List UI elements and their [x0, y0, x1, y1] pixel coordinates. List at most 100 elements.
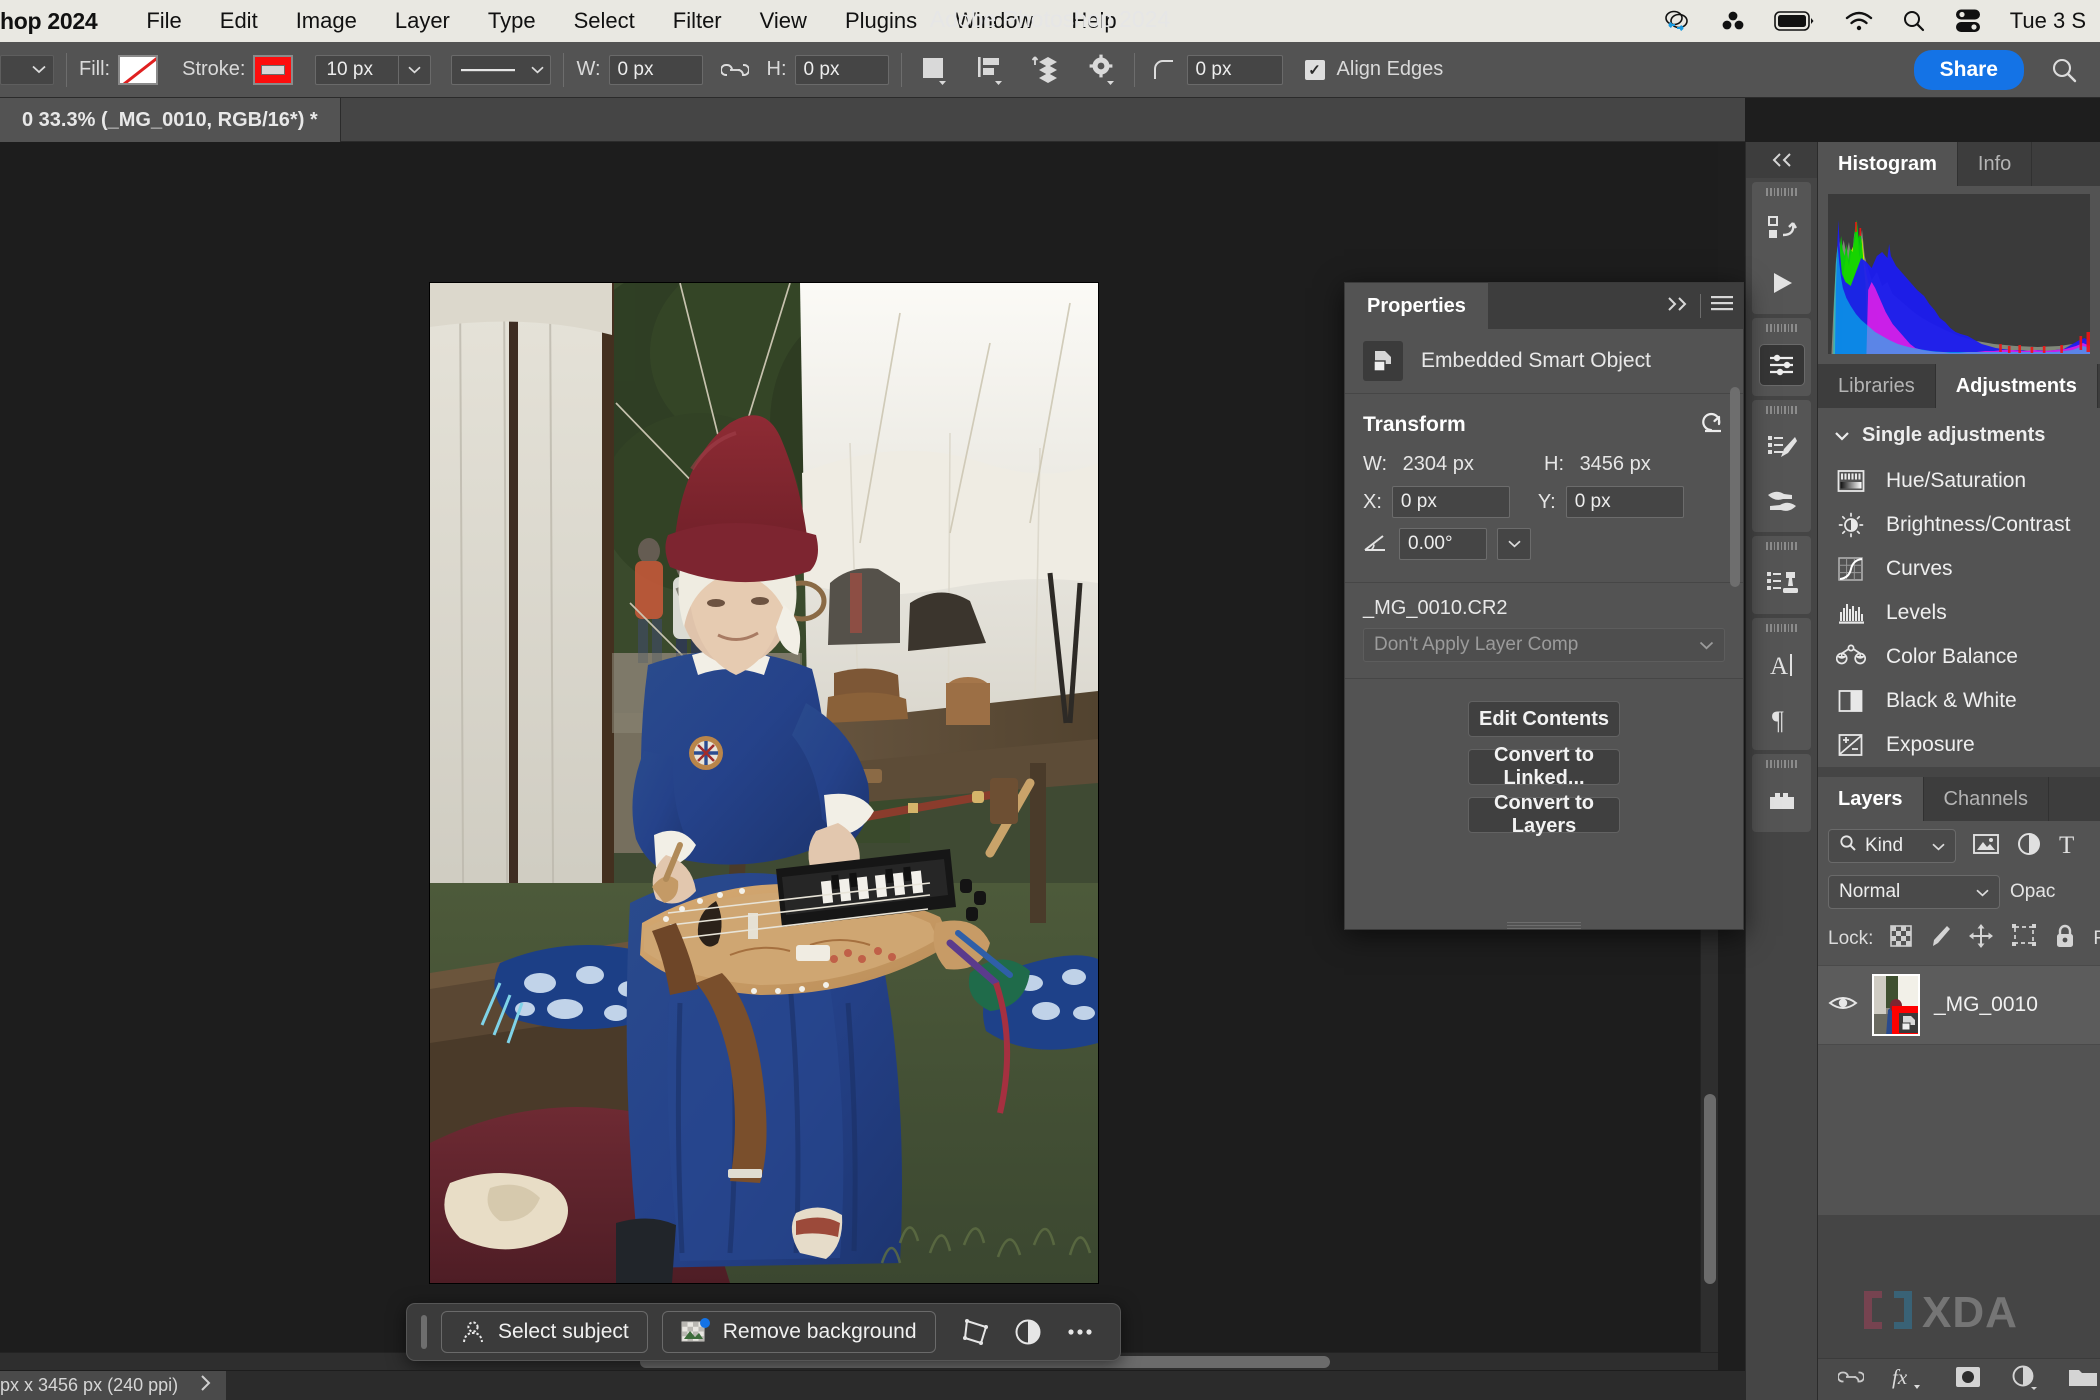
edit-contents-button[interactable]: Edit Contents — [1468, 701, 1620, 737]
convert-to-layers-button[interactable]: Convert to Layers — [1468, 792, 1620, 837]
lock-artboard-icon[interactable] — [2011, 924, 2037, 954]
tab-histogram[interactable]: Histogram — [1818, 142, 1958, 186]
tab-info[interactable]: Info — [1957, 142, 2033, 186]
path-arrangement-icon[interactable] — [1026, 54, 1066, 86]
height-label: H: — [766, 58, 787, 80]
clone-source-icon[interactable] — [1759, 562, 1805, 604]
paragraph-icon[interactable]: ¶ — [1759, 698, 1805, 740]
histogram-panel-tabs: Histogram Info — [1818, 142, 2100, 186]
adjustment-brightness-contrast[interactable]: Brightness/Contrast — [1818, 503, 2100, 547]
tab-adjustments[interactable]: Adjustments — [1935, 364, 2098, 408]
resize-grip[interactable] — [1507, 920, 1581, 929]
lock-position-icon[interactable] — [1968, 923, 1994, 955]
table-row[interactable]: _MG_0010 — [1818, 965, 2100, 1045]
filter-type-icon[interactable]: T — [2058, 831, 2082, 862]
properties-action-buttons: Edit Contents Convert to Linked... Conve… — [1345, 679, 1743, 837]
chevron-down-icon — [1507, 540, 1521, 548]
corner-radius-input[interactable]: 0 px — [1186, 54, 1283, 85]
adjustment-hue-saturation[interactable]: Hue/Saturation — [1818, 459, 2100, 503]
brush-settings-icon[interactable] — [1759, 480, 1805, 522]
layer-filter-kind-dropdown[interactable]: Kind — [1828, 829, 1956, 863]
link-layers-icon[interactable] — [1837, 1369, 1865, 1390]
document-tab[interactable]: 0 33.3% (_MG_0010, RGB/16*) * — [0, 98, 341, 142]
layer-thumbnail[interactable] — [1872, 974, 1920, 1036]
path-alignment-icon[interactable] — [970, 54, 1010, 86]
align-edges-checkbox[interactable]: ✓ — [1304, 59, 1325, 80]
single-adjustments-group-header[interactable]: Single adjustments — [1818, 420, 2100, 459]
drag-handle[interactable] — [1766, 760, 1797, 768]
panel-menu-icon[interactable] — [1701, 295, 1743, 317]
height-input[interactable]: 0 px — [794, 54, 889, 85]
gear-icon[interactable] — [1082, 54, 1122, 86]
adjustments-sliders-icon[interactable] — [1758, 344, 1805, 386]
scrollbar-thumb[interactable] — [1704, 1094, 1716, 1284]
collapse-panels-icon[interactable] — [1746, 142, 1817, 178]
levels-icon — [1836, 598, 1866, 628]
eye-icon[interactable] — [1828, 992, 1858, 1019]
adjustment-exposure[interactable]: Exposure — [1818, 723, 2100, 767]
drag-handle[interactable] — [1766, 324, 1797, 332]
stroke-width-dropdown[interactable]: 10 px — [315, 54, 432, 85]
properties-scrollbar[interactable] — [1730, 387, 1740, 839]
width-input[interactable]: 0 px — [608, 54, 703, 85]
tab-properties[interactable]: Properties — [1345, 283, 1488, 329]
tab-layers[interactable]: Layers — [1818, 777, 1924, 821]
search-icon[interactable] — [2050, 56, 2078, 84]
reset-icon[interactable] — [1699, 410, 1725, 439]
chevron-down-icon — [32, 65, 46, 74]
blend-mode-dropdown[interactable]: Normal — [1828, 875, 2000, 909]
new-group-icon[interactable] — [2068, 1366, 2098, 1393]
convert-to-linked-button[interactable]: Convert to Linked... — [1468, 744, 1620, 789]
new-adjustment-icon[interactable] — [2010, 1364, 2040, 1395]
character-icon[interactable]: A — [1759, 644, 1805, 686]
drag-handle[interactable] — [1766, 406, 1797, 414]
filter-adjustment-icon[interactable] — [2016, 831, 2042, 862]
adjustment-layer-icon[interactable] — [1002, 1311, 1054, 1353]
tab-channels[interactable]: Channels — [1923, 777, 2050, 821]
adjustment-curves[interactable]: Curves — [1818, 547, 2100, 591]
more-options-icon[interactable] — [1054, 1311, 1106, 1353]
tool-preset-dropdown[interactable] — [0, 54, 54, 85]
patterns-icon[interactable] — [1759, 780, 1805, 822]
transform-header: Transform — [1363, 410, 1725, 439]
adjustment-label: Exposure — [1886, 733, 1975, 756]
scrollbar-thumb[interactable] — [1730, 387, 1740, 587]
share-button[interactable]: Share — [1913, 49, 2024, 90]
lock-transparency-icon[interactable] — [1890, 925, 1913, 953]
drag-handle[interactable] — [1766, 188, 1797, 196]
opacity-label: Opac — [2010, 881, 2056, 902]
angle-input[interactable]: 0.00° — [1399, 528, 1487, 560]
drag-handle[interactable] — [1766, 624, 1797, 632]
drag-handle[interactable] — [421, 1315, 427, 1349]
transform-icon[interactable] — [950, 1311, 1002, 1353]
angle-dropdown[interactable] — [1497, 528, 1531, 560]
layers-empty-area[interactable] — [1818, 1045, 2100, 1215]
lock-image-icon[interactable] — [1929, 924, 1951, 954]
tab-libraries[interactable]: Libraries — [1818, 364, 1936, 408]
chevron-double-right-icon[interactable] — [1656, 295, 1700, 317]
adjustment-levels[interactable]: Levels — [1818, 591, 2100, 635]
select-subject-button[interactable]: Select subject — [441, 1311, 648, 1353]
history-icon[interactable] — [1759, 208, 1805, 250]
chevron-right-icon[interactable] — [200, 1374, 212, 1397]
layer-comp-dropdown[interactable]: Don't Apply Layer Comp — [1363, 628, 1725, 662]
filter-image-icon[interactable] — [1972, 832, 2000, 861]
x-input[interactable]: 0 px — [1391, 486, 1510, 518]
lock-all-icon[interactable] — [2054, 924, 2076, 954]
play-icon[interactable] — [1759, 262, 1805, 304]
remove-background-button[interactable]: Remove background — [661, 1311, 936, 1353]
fx-icon[interactable]: fx — [1892, 1365, 1926, 1394]
adjustment-color-balance[interactable]: Color Balance — [1818, 635, 2100, 679]
fill-swatch[interactable] — [118, 54, 159, 85]
brush-presets-icon[interactable] — [1759, 426, 1805, 468]
layer-mask-icon[interactable] — [1954, 1366, 1982, 1393]
stroke-style-dropdown[interactable] — [451, 54, 552, 85]
drag-handle[interactable] — [1766, 542, 1797, 550]
document-size-status[interactable]: px x 3456 px (240 ppi) — [0, 1370, 227, 1400]
link-icon[interactable] — [720, 62, 749, 78]
path-operations-icon[interactable] — [914, 54, 954, 86]
stroke-swatch[interactable] — [253, 54, 294, 85]
y-input[interactable]: 0 px — [1565, 486, 1684, 518]
canvas-photo[interactable] — [430, 283, 1098, 1283]
adjustment-black-white[interactable]: Black & White — [1818, 679, 2100, 723]
